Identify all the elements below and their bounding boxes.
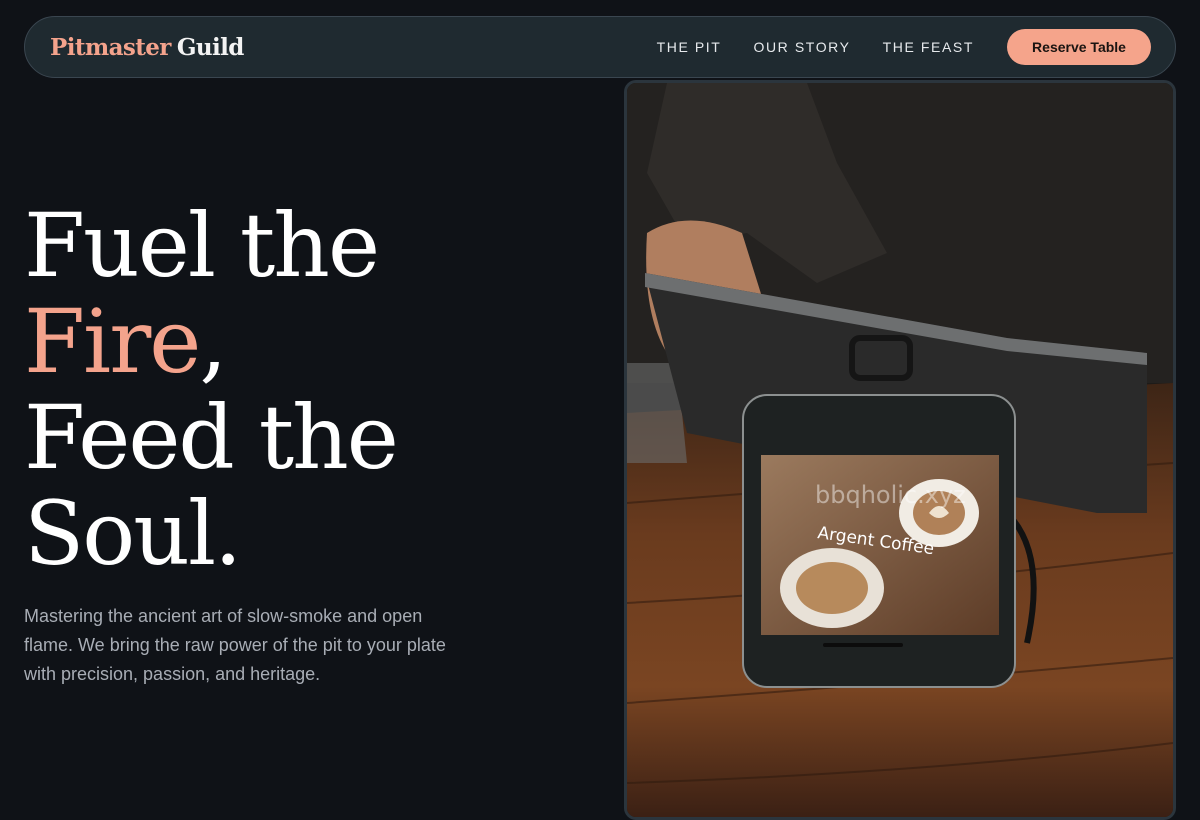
main-nav: THE PIT OUR STORY THE FEAST Reserve Tabl… <box>657 29 1151 65</box>
hero-line-2-rest: , <box>199 290 227 393</box>
hero-line-3: Feed the <box>24 386 399 489</box>
hero-description: Mastering the ancient art of slow-smoke … <box>24 606 446 684</box>
hero-line-1: Fuel the <box>24 194 380 297</box>
screen-watermark: bbqholic.xyz <box>815 481 966 509</box>
hero-line-4: Soul. <box>24 482 242 585</box>
hero-line-2: Fire, <box>24 294 397 390</box>
brand-name-part2: Guild <box>176 33 245 61</box>
pos-terminal-photo: bbqholic.xyz Argent Coffee <box>627 83 1173 817</box>
brand-logo[interactable]: Pitmaster Guild <box>50 34 244 61</box>
hero-accent-word: Fire <box>24 290 201 393</box>
nav-link-the-feast[interactable]: THE FEAST <box>883 39 974 55</box>
top-navbar: Pitmaster Guild THE PIT OUR STORY THE FE… <box>24 16 1176 78</box>
hero-headline: Fuel the Fire, Feed the Soul. <box>24 194 399 585</box>
brand-name-part1: Pitmaster <box>50 33 171 61</box>
nav-link-the-pit[interactable]: THE PIT <box>657 39 722 55</box>
nav-link-our-story[interactable]: OUR STORY <box>753 39 850 55</box>
hero-photo: bbqholic.xyz Argent Coffee <box>624 80 1176 820</box>
reserve-table-button[interactable]: Reserve Table <box>1007 29 1151 65</box>
